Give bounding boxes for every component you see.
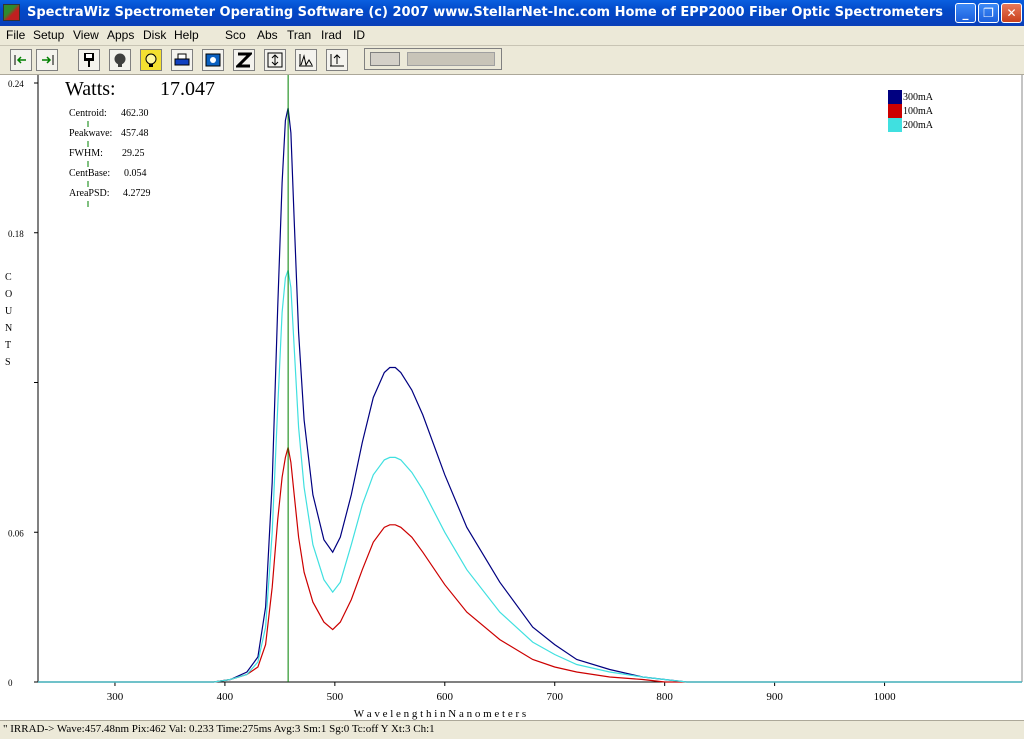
measurement-value: 462.30: [121, 108, 149, 119]
scroll-right-button[interactable]: [36, 49, 58, 71]
x-tick-label: 600: [437, 691, 454, 703]
y-axis-label: COUNTS: [5, 272, 13, 368]
measurement-label: AreaPSD:: [69, 188, 110, 199]
slider-thumb[interactable]: [370, 52, 400, 66]
scroll-left-icon: [14, 55, 26, 65]
spectrum-chart[interactable]: 00.060.180.24 300 400 500 600 700 800 900 1000 …: [0, 75, 1024, 720]
x-tick-label: 700: [546, 691, 563, 703]
x-axis-ticks: 300 400 500 600 700 800 900 1000: [107, 682, 896, 703]
x-tick-label: 500: [327, 691, 344, 703]
legend-swatch: [888, 118, 902, 132]
measurement-value: 0.054: [124, 168, 147, 179]
menu-apps[interactable]: Apps: [107, 28, 134, 42]
status-text: " IRRAD-> Wave:457.48nm Pix:462 Val: 0.2…: [3, 723, 435, 735]
y-label-letter: T: [5, 340, 11, 351]
export-button[interactable]: [326, 49, 348, 71]
y-tick-label: 0.24: [8, 79, 24, 89]
save-icon: [84, 53, 94, 67]
close-button[interactable]: ✕: [1001, 3, 1022, 23]
legend-swatch: [888, 104, 902, 118]
window-title: SpectraWiz Spectrometer Operating Softwa…: [27, 5, 943, 20]
series-line-200mA: [38, 269, 1022, 683]
menu-file[interactable]: File: [6, 28, 25, 42]
light-bulb-icon: [145, 53, 157, 67]
y-tick-label: 0: [8, 678, 13, 688]
toolbar: [0, 46, 1024, 75]
app-icon[interactable]: [3, 4, 20, 21]
measurement-value: 29.25: [122, 148, 145, 159]
menu-tran[interactable]: Tran: [287, 28, 311, 42]
dark-button[interactable]: [109, 49, 131, 71]
legend-label: 300mA: [903, 92, 934, 103]
legend-label: 200mA: [903, 120, 934, 131]
y-axis-ticks: 0 0.06 0.18 0.24: [8, 79, 38, 688]
legend-label: 100mA: [903, 106, 934, 117]
measurement-value: 4.2729: [123, 188, 151, 199]
menu-help[interactable]: Help: [174, 28, 199, 42]
y-label-letter: U: [5, 306, 13, 317]
plot-frame: [37, 75, 1023, 683]
series-line-300mA: [38, 107, 1022, 683]
menu-id[interactable]: ID: [353, 28, 365, 42]
slider-track[interactable]: [407, 52, 495, 66]
menu-view[interactable]: View: [73, 28, 99, 42]
y-tick-label: 0.18: [8, 229, 24, 239]
print-button[interactable]: [171, 49, 193, 71]
menu-disk[interactable]: Disk: [143, 28, 166, 42]
watts-label: Watts:: [65, 78, 116, 100]
minimize-button[interactable]: _: [955, 3, 976, 23]
light-button[interactable]: [140, 49, 162, 71]
title-bar: SpectraWiz Spectrometer Operating Softwa…: [0, 0, 1024, 26]
series-line-100mA: [38, 447, 1022, 683]
y-scale-icon: [267, 52, 283, 68]
menu-irad[interactable]: Irad: [321, 28, 342, 42]
save-button[interactable]: [78, 49, 100, 71]
measurement-label: FWHM:: [69, 148, 103, 159]
scroll-right-icon: [42, 55, 54, 65]
y-label-letter: C: [5, 272, 12, 283]
maximize-button[interactable]: ❐: [978, 3, 999, 23]
menu-abs[interactable]: Abs: [257, 28, 278, 42]
x-tick-label: 1000: [874, 691, 897, 703]
watts-value: 17.047: [160, 78, 215, 100]
export-icon: [330, 54, 344, 67]
camera-icon: [205, 53, 221, 67]
capture-button[interactable]: [202, 49, 224, 71]
y-scale-button[interactable]: [264, 49, 286, 71]
y-label-letter: N: [5, 323, 12, 334]
peak-button[interactable]: [295, 49, 317, 71]
measurement-value: 457.48: [121, 128, 149, 139]
legend-swatch: [888, 90, 902, 104]
measurement-label: Centroid:: [69, 108, 107, 119]
peak-icon: [299, 54, 313, 67]
x-tick-label: 900: [766, 691, 783, 703]
x-tick-label: 800: [656, 691, 673, 703]
scroll-left-button[interactable]: [10, 49, 32, 71]
measurement-panel: Centroid: 462.30 Peakwave: 457.48 FWHM: 29.25…: [69, 108, 151, 207]
menu-bar: File Setup View Apps Disk Help Sco Abs T…: [0, 26, 1024, 46]
series-lines: [38, 107, 1022, 683]
status-bar: " IRRAD-> Wave:457.48nm Pix:462 Val: 0.2…: [0, 720, 1024, 739]
y-label-letter: O: [5, 289, 12, 300]
printer-icon: [174, 53, 190, 66]
dark-icon: [114, 53, 126, 67]
zoom-z-icon: [236, 52, 252, 68]
x-axis-label: W a v e l e n g t h i n N a n o m e t e …: [354, 708, 526, 720]
zoom-button[interactable]: [233, 49, 255, 71]
measurement-label: Peakwave:: [69, 128, 112, 139]
x-tick-label: 400: [217, 691, 234, 703]
menu-sco[interactable]: Sco: [225, 28, 246, 42]
x-tick-label: 300: [107, 691, 124, 703]
plot-area[interactable]: 0 0.06 0.18 0.24 300 400 500 600 700 800 900 1000 …: [0, 75, 1024, 720]
legend: 300mA 100mA 200mA: [888, 90, 934, 132]
measurement-label: CentBase:: [69, 168, 110, 179]
menu-setup[interactable]: Setup: [33, 28, 64, 42]
y-label-letter: S: [5, 357, 11, 368]
y-tick-label: 0.06: [8, 528, 24, 538]
integration-slider[interactable]: [364, 48, 502, 70]
